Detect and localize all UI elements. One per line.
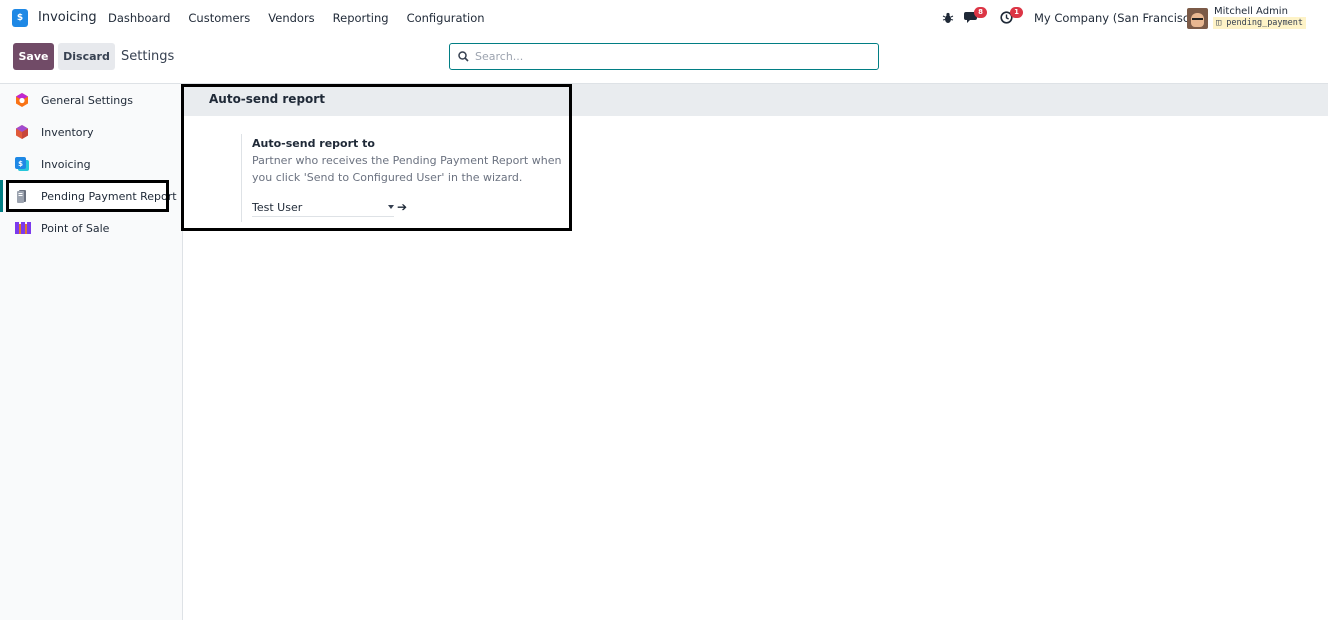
activities-clock-icon[interactable]: 1 bbox=[1000, 7, 1023, 24]
database-name: ◫ pending_payment bbox=[1213, 17, 1307, 29]
menu-configuration[interactable]: Configuration bbox=[407, 11, 485, 25]
debug-bug-icon[interactable] bbox=[942, 11, 956, 25]
search-icon bbox=[458, 51, 469, 62]
sidebar-item-general-settings[interactable]: General Settings bbox=[6, 84, 169, 116]
user-avatar[interactable] bbox=[1187, 8, 1208, 29]
setting-description: Partner who receives the Pending Payment… bbox=[252, 154, 562, 184]
sidebar-item-label: Inventory bbox=[41, 125, 94, 139]
sidebar-item-label: Invoicing bbox=[41, 157, 91, 171]
app-name[interactable]: Invoicing bbox=[38, 10, 97, 25]
breadcrumb: Settings bbox=[121, 49, 175, 64]
sidebar-item-point-of-sale[interactable]: Point of Sale bbox=[6, 212, 169, 244]
activities-badge: 1 bbox=[1010, 7, 1023, 18]
invoicing-app-icon[interactable]: $ bbox=[12, 9, 30, 29]
chevron-down-icon[interactable] bbox=[388, 205, 394, 209]
main-menu: Dashboard Customers Vendors Reporting Co… bbox=[108, 11, 503, 25]
database-label: pending_payment bbox=[1226, 18, 1304, 28]
internal-link-arrow-icon[interactable]: ➔ bbox=[397, 200, 407, 214]
sidebar-item-label: Point of Sale bbox=[41, 221, 110, 235]
sidebar-item-pending-payment-report[interactable]: Pending Payment Report bbox=[0, 180, 177, 212]
setting-label: Auto-send report to bbox=[252, 137, 375, 150]
search-bar[interactable] bbox=[449, 43, 879, 70]
setting-divider bbox=[241, 134, 242, 222]
sidebar-item-inventory[interactable]: Inventory bbox=[6, 116, 169, 148]
sidebar-item-invoicing[interactable]: $ Invoicing bbox=[6, 148, 169, 180]
svg-text:$: $ bbox=[18, 160, 23, 168]
auto-send-partner-field[interactable]: Test User bbox=[252, 199, 394, 217]
database-icon: ◫ bbox=[1216, 18, 1222, 28]
user-name[interactable]: Mitchell Admin bbox=[1214, 6, 1288, 17]
point-of-sale-icon bbox=[14, 220, 31, 236]
sidebar-item-label: Pending Payment Report bbox=[41, 189, 177, 203]
messages-icon[interactable]: 8 bbox=[964, 7, 987, 24]
company-switcher[interactable]: My Company (San Francisco) bbox=[1034, 11, 1201, 25]
invoicing-icon: $ bbox=[14, 156, 30, 172]
settings-logo-icon bbox=[14, 92, 30, 108]
pending-payment-report-icon bbox=[14, 188, 30, 204]
settings-sidebar: General Settings Inventory $ Invoicing P… bbox=[0, 84, 183, 620]
inventory-icon bbox=[14, 124, 30, 140]
menu-customers[interactable]: Customers bbox=[188, 11, 250, 25]
save-button[interactable]: Save bbox=[13, 43, 54, 70]
menu-reporting[interactable]: Reporting bbox=[333, 11, 389, 25]
partner-field-value[interactable]: Test User bbox=[252, 201, 302, 214]
messages-badge: 8 bbox=[974, 7, 987, 18]
menu-dashboard[interactable]: Dashboard bbox=[108, 11, 170, 25]
search-input[interactable] bbox=[475, 50, 855, 63]
discard-button[interactable]: Discard bbox=[58, 43, 115, 70]
menu-vendors[interactable]: Vendors bbox=[268, 11, 314, 25]
sidebar-item-label: General Settings bbox=[41, 93, 133, 107]
top-navbar: $ Invoicing Dashboard Customers Vendors … bbox=[0, 0, 1328, 36]
